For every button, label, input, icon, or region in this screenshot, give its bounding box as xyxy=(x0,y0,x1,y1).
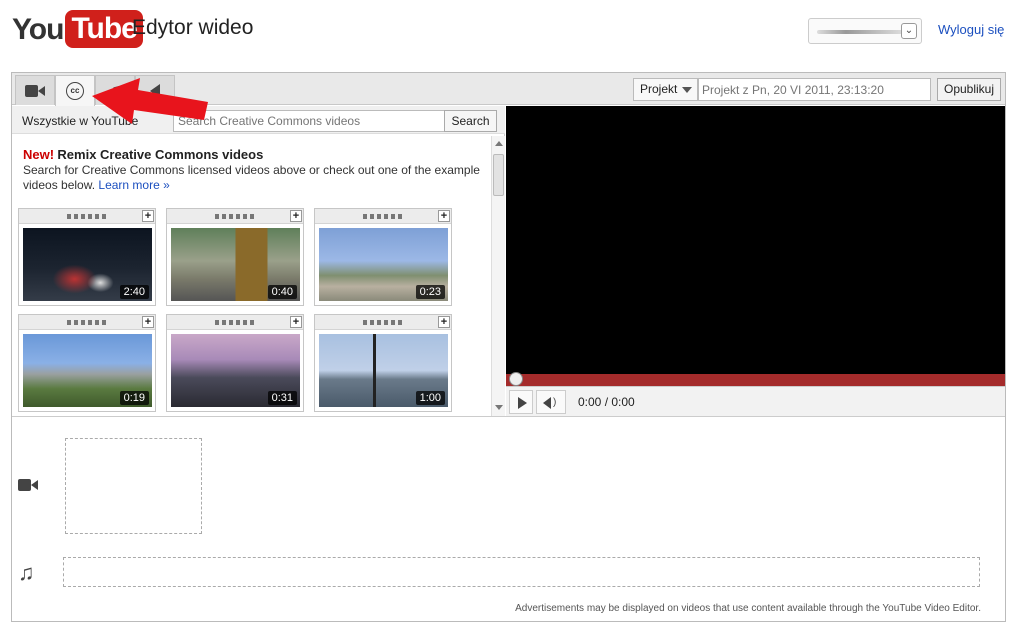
intro-description: Search for Creative Commons licensed vid… xyxy=(23,163,480,192)
search-input[interactable] xyxy=(173,110,445,132)
video-duration: 1:00 xyxy=(415,391,445,405)
video-editor-page: You Tube Edytor wideo ⌄ Wyloguj się cc ♫ xyxy=(0,0,1024,640)
video-track-icon xyxy=(18,479,38,491)
timeline: ♫ Advertisements may be displayed on vid… xyxy=(12,416,1005,621)
play-button[interactable] xyxy=(509,390,533,414)
video-duration: 0:40 xyxy=(267,285,297,299)
video-duration: 2:40 xyxy=(119,285,149,299)
intro-text: New! Remix Creative Commons videos Searc… xyxy=(23,147,483,193)
progress-bar[interactable] xyxy=(506,372,1005,386)
drag-handle-icon[interactable] xyxy=(215,320,255,325)
tab-videos[interactable] xyxy=(15,75,55,105)
drag-handle-icon[interactable] xyxy=(215,214,255,219)
add-icon[interactable]: + xyxy=(142,316,154,328)
video-drop-slot[interactable] xyxy=(65,438,202,534)
project-dropdown[interactable]: Projekt xyxy=(633,78,698,101)
search-button[interactable]: Search xyxy=(444,110,497,132)
add-icon[interactable]: + xyxy=(142,210,154,222)
learn-more-link[interactable]: Learn more » xyxy=(98,178,169,192)
video-thumbnail[interactable]: + 0:31 xyxy=(166,314,304,412)
volume-button[interactable]: ) xyxy=(536,390,566,414)
account-menu[interactable]: ⌄ xyxy=(808,18,922,44)
player-controls: ) 0:00 / 0:00 xyxy=(506,386,1005,416)
youtube-logo[interactable]: You Tube xyxy=(12,8,143,48)
drag-handle-icon[interactable] xyxy=(363,214,403,219)
drag-handle-icon[interactable] xyxy=(363,320,403,325)
video-duration: 0:19 xyxy=(119,391,149,405)
project-label: Projekt xyxy=(640,82,678,96)
drag-handle-icon[interactable] xyxy=(67,320,107,325)
add-icon[interactable]: + xyxy=(290,316,302,328)
video-thumbnail[interactable]: + 0:40 xyxy=(166,208,304,306)
video-thumbnail[interactable]: + 0:23 xyxy=(314,208,452,306)
camera-icon xyxy=(25,84,45,97)
page-title: Edytor wideo xyxy=(132,16,254,39)
annotation-arrow-icon xyxy=(92,78,208,124)
audio-drop-slot[interactable] xyxy=(63,557,980,587)
scroll-up-icon[interactable] xyxy=(495,141,503,146)
add-icon[interactable]: + xyxy=(438,316,450,328)
progress-knob[interactable] xyxy=(509,372,523,386)
caret-down-icon xyxy=(682,87,692,93)
ads-disclaimer: Advertisements may be displayed on video… xyxy=(515,603,981,614)
chevron-down-icon[interactable]: ⌄ xyxy=(901,23,917,39)
browser-scrollbar[interactable] xyxy=(491,136,505,416)
header: You Tube Edytor wideo ⌄ Wyloguj się xyxy=(0,0,1024,66)
video-thumbnail[interactable]: + 0:19 xyxy=(18,314,156,412)
logout-link[interactable]: Wyloguj się xyxy=(938,22,1004,37)
add-icon[interactable]: + xyxy=(290,210,302,222)
play-icon xyxy=(518,397,527,409)
project-name-input[interactable] xyxy=(698,78,931,101)
music-note-icon: ♫ xyxy=(18,560,35,585)
video-thumbnail[interactable]: + 2:40 xyxy=(18,208,156,306)
scroll-thumb[interactable] xyxy=(493,154,504,196)
video-thumbnail[interactable]: + 1:00 xyxy=(314,314,452,412)
volume-icon xyxy=(543,397,551,409)
video-duration: 0:23 xyxy=(415,285,445,299)
add-icon[interactable]: + xyxy=(438,210,450,222)
account-name-blurred xyxy=(817,30,903,34)
editor-panel: cc ♫ Projekt Opublikuj Wszystkie w YouTu… xyxy=(11,72,1006,622)
camera-icon xyxy=(18,479,38,491)
drag-handle-icon[interactable] xyxy=(67,214,107,219)
video-browser: Wszystkie w YouTube Search New! Remix Cr… xyxy=(12,106,505,416)
video-duration: 0:31 xyxy=(267,391,297,405)
time-readout: 0:00 / 0:00 xyxy=(578,395,635,409)
scroll-down-icon[interactable] xyxy=(495,405,503,410)
new-badge: New! xyxy=(23,147,55,162)
video-player[interactable]: ) 0:00 / 0:00 xyxy=(506,106,1005,416)
publish-button[interactable]: Opublikuj xyxy=(937,78,1001,101)
logo-you: You xyxy=(12,13,64,46)
intro-heading: Remix Creative Commons videos xyxy=(57,147,264,162)
